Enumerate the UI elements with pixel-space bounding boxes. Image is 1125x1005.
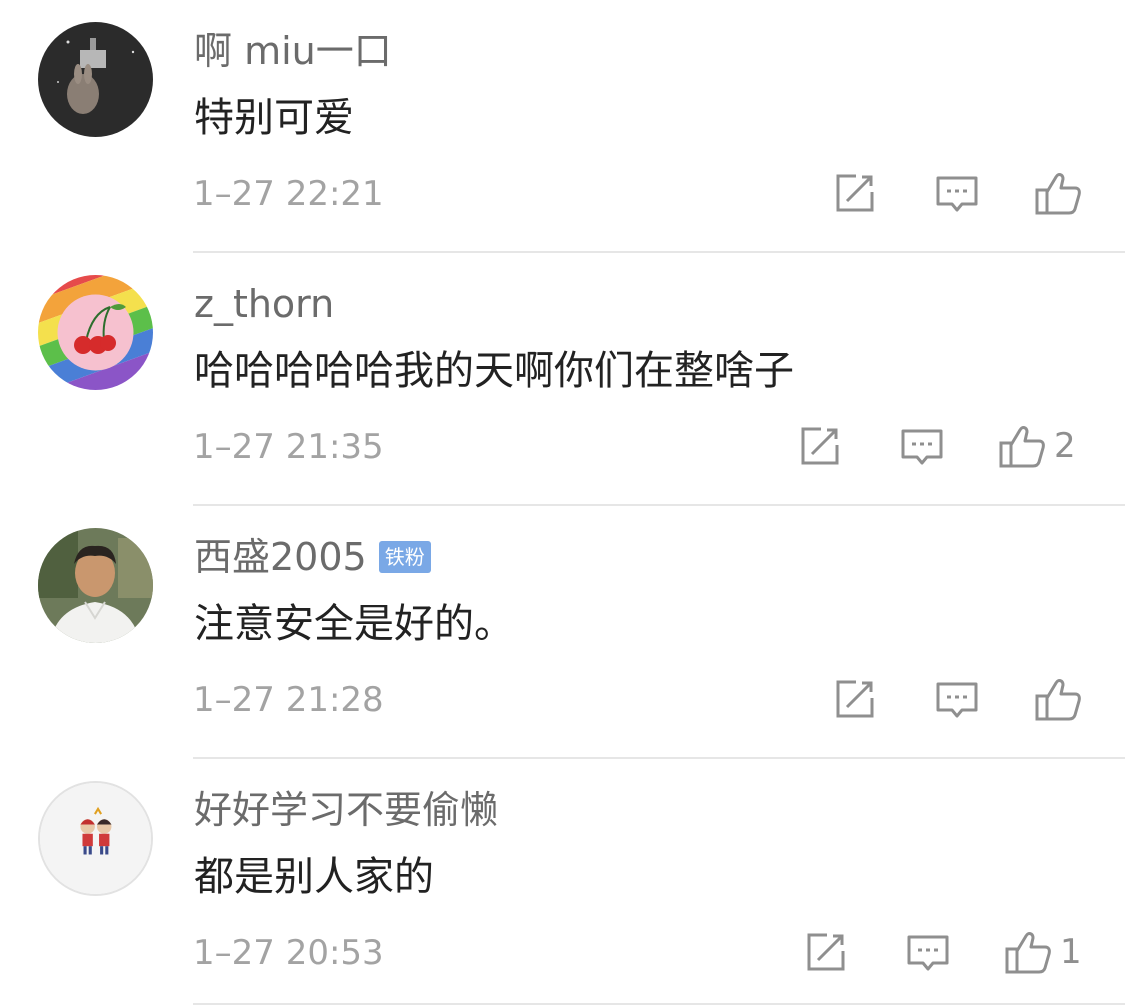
like-button[interactable]: 1 <box>1004 927 1082 977</box>
avatar[interactable] <box>38 781 153 896</box>
comment-text: 特别可爱 <box>194 95 354 141</box>
comment-item: z_thorn 哈哈哈哈哈我的天啊你们在整啥子 1–27 21:35 2 <box>0 253 1125 506</box>
like-count: 1 <box>1060 932 1082 972</box>
comment-text: 注意安全是好的。 <box>194 601 514 647</box>
avatar[interactable] <box>38 275 153 390</box>
reply-button[interactable] <box>899 421 945 471</box>
like-button[interactable] <box>1034 168 1090 218</box>
avatar[interactable] <box>38 528 153 643</box>
thumbs-up-icon <box>999 426 1045 468</box>
comment-text: 都是别人家的 <box>194 854 434 900</box>
reply-button[interactable] <box>905 927 951 977</box>
comment-item: 西盛2005 铁粉 注意安全是好的。 1–27 21:28 <box>0 506 1125 759</box>
timestamp: 1–27 21:35 <box>193 427 384 467</box>
repost-button[interactable] <box>832 674 878 724</box>
comment-item: 好好学习不要偷懒 都是别人家的 1–27 20:53 1 <box>0 759 1125 1005</box>
comment-bubble-icon <box>907 935 949 971</box>
man-portrait-avatar-icon <box>38 528 153 643</box>
moon-rabbit-avatar-icon <box>38 22 153 137</box>
username[interactable]: 啊 miu一口 <box>194 24 392 78</box>
like-button[interactable]: 2 <box>998 421 1076 471</box>
share-edit-icon <box>836 680 874 718</box>
share-edit-icon <box>836 174 874 212</box>
reply-button[interactable] <box>934 674 980 724</box>
share-edit-icon <box>801 427 839 465</box>
comment-item: 啊 miu一口 特别可爱 1–27 22:21 <box>0 0 1125 253</box>
username[interactable]: z_thorn <box>194 277 334 331</box>
comment-bubble-icon <box>936 682 978 718</box>
repost-button[interactable] <box>797 421 843 471</box>
share-edit-icon <box>807 933 845 971</box>
thumbs-up-icon <box>1035 173 1081 215</box>
comment-bubble-icon <box>901 429 943 465</box>
thumbs-up-icon <box>1005 932 1051 974</box>
timestamp: 1–27 20:53 <box>193 933 384 973</box>
comment-bubble-icon <box>936 176 978 212</box>
username[interactable]: 好好学习不要偷懒 <box>194 783 498 837</box>
like-count: 2 <box>1054 426 1076 466</box>
thumbs-up-icon <box>1035 679 1081 721</box>
repost-button[interactable] <box>803 927 849 977</box>
timestamp: 1–27 22:21 <box>193 174 384 214</box>
rainbow-cherry-avatar-icon <box>38 275 153 390</box>
cartoon-kids-avatar-icon <box>40 783 151 894</box>
reply-button[interactable] <box>934 168 980 218</box>
repost-button[interactable] <box>832 168 878 218</box>
timestamp: 1–27 21:28 <box>193 680 384 720</box>
avatar[interactable] <box>38 22 153 137</box>
fan-badge[interactable]: 铁粉 <box>378 541 431 573</box>
comment-text: 哈哈哈哈哈我的天啊你们在整啥子 <box>194 348 794 394</box>
like-button[interactable] <box>1034 674 1090 724</box>
username[interactable]: 西盛2005 <box>194 530 367 584</box>
